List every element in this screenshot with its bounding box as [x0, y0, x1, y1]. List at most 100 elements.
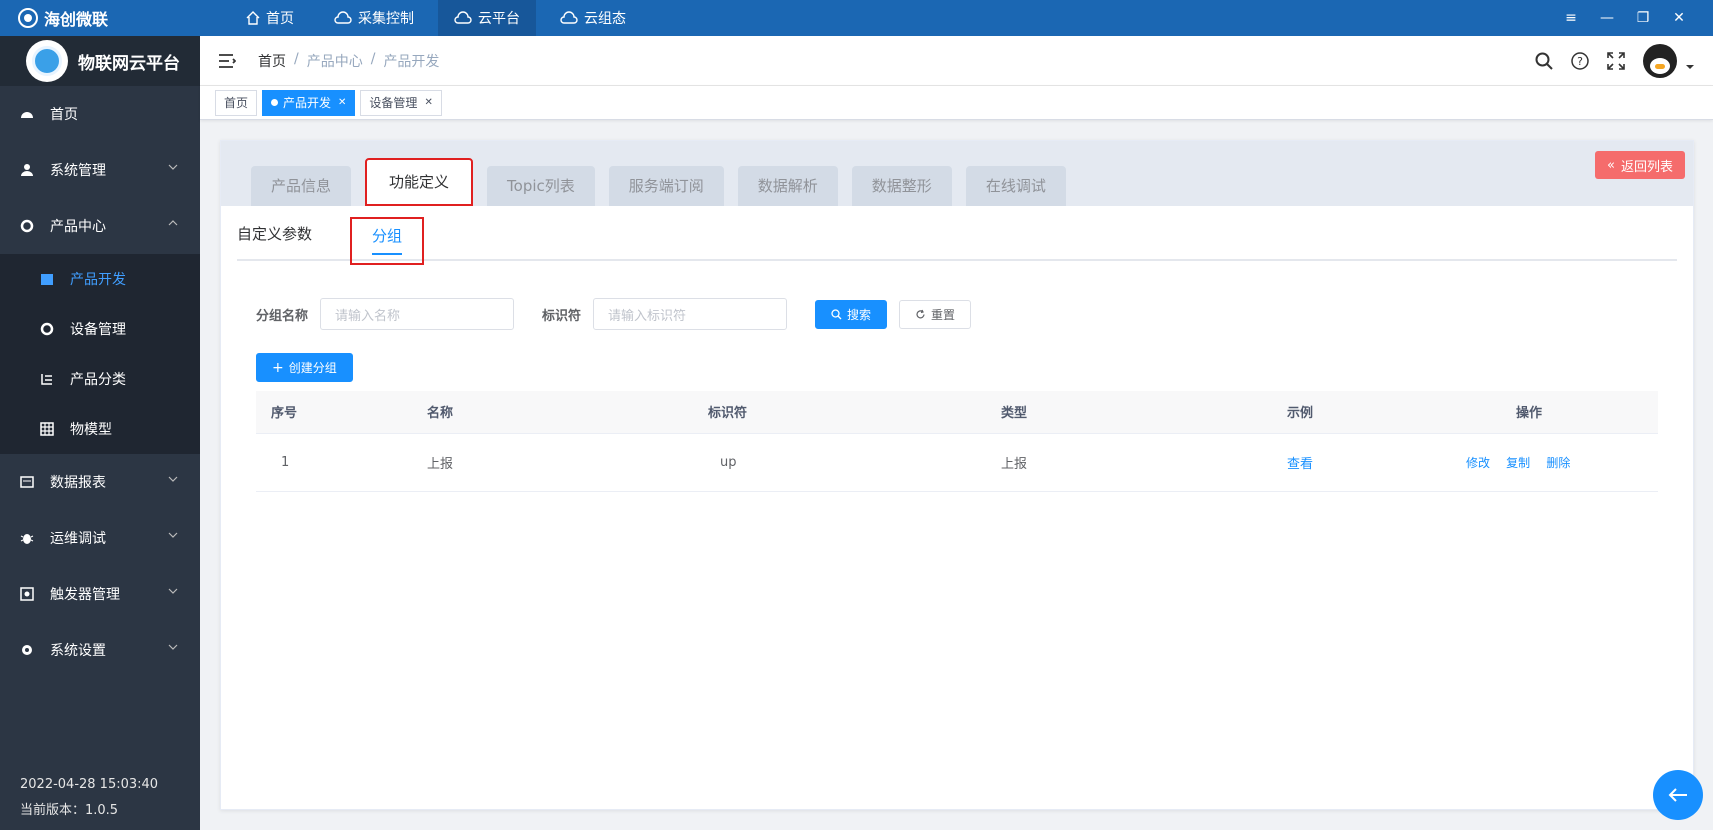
- table-row: 1 上报 up 上报 查看 修改 复制 删除: [256, 433, 1658, 492]
- breadcrumb-separator: /: [370, 50, 376, 67]
- header-actions: ?: [1517, 36, 1695, 86]
- cloud-collect-icon: [334, 11, 352, 24]
- filter-form: 分组名称 请输入名称 标识符 请输入标识符 搜索 重置: [256, 298, 983, 330]
- identifier-label: 标识符: [542, 308, 582, 324]
- tree-icon: [40, 372, 54, 386]
- sidebar-item-thing-model[interactable]: 物模型: [0, 404, 200, 454]
- tab-data-parsing[interactable]: 数据解析: [737, 166, 838, 206]
- tab-function-definition[interactable]: 功能定义: [365, 158, 474, 206]
- tag-close-icon[interactable]: ✕: [424, 91, 432, 115]
- view-example-link[interactable]: 查看: [1287, 457, 1313, 472]
- search-icon: [831, 308, 842, 319]
- breadcrumb-home[interactable]: 首页: [258, 51, 286, 71]
- copy-link[interactable]: 复制: [1506, 456, 1530, 470]
- report-icon: [20, 475, 34, 489]
- caret-down-icon: [1686, 65, 1694, 69]
- sidebar-item-product-center[interactable]: 产品中心: [0, 198, 200, 254]
- top-nav: 首页 采集控制 云平台 云组态: [230, 0, 650, 36]
- back-to-list-button[interactable]: « 返回列表: [1595, 151, 1685, 179]
- sidebar-title: 物联网云平台: [78, 53, 180, 74]
- tag-device-mgmt[interactable]: 设备管理 ✕: [360, 89, 442, 116]
- help-icon[interactable]: ?: [1571, 52, 1589, 70]
- topnav-collect[interactable]: 采集控制: [318, 0, 430, 36]
- user-menu[interactable]: [1643, 44, 1695, 78]
- chevron-down-icon: [168, 532, 178, 538]
- search-icon[interactable]: [1535, 52, 1553, 70]
- sidebar-item-product-category[interactable]: 产品分类: [0, 354, 200, 404]
- brand-name: 海创微联: [44, 10, 109, 29]
- col-index: 序号: [256, 391, 427, 434]
- sidebar-item-data-report[interactable]: 数据报表: [0, 454, 200, 510]
- tag-product-dev[interactable]: 产品开发 ✕: [262, 89, 356, 116]
- sidebar: 物联网云平台 首页 系统管理 产品中心 产品开发 设备管理 产品分类 物模型 数…: [0, 36, 200, 830]
- brand-logo-icon: [18, 8, 38, 28]
- minimize-icon[interactable]: —: [1589, 10, 1625, 26]
- hamburger-icon[interactable]: [218, 53, 236, 69]
- tab-server-subscription[interactable]: 服务端订阅: [608, 166, 724, 206]
- breadcrumb-separator: /: [294, 50, 299, 67]
- double-chevron-left-icon: «: [1607, 157, 1615, 173]
- tab-product-info[interactable]: 产品信息: [251, 166, 352, 206]
- col-identifier: 标识符: [708, 391, 1001, 434]
- version-text: 当前版本：1.0.5: [20, 803, 119, 818]
- reset-button[interactable]: 重置: [899, 299, 972, 329]
- sidebar-item-device-mgmt[interactable]: 设备管理: [0, 304, 200, 354]
- sidebar-item-system-settings[interactable]: 系统设置: [0, 622, 200, 678]
- topnav-home[interactable]: 首页: [230, 0, 310, 36]
- sidebar-footer: 2022-04-28 15:03:40 当前版本：1.0.5: [20, 772, 158, 824]
- back-fab-button[interactable]: [1653, 770, 1703, 820]
- tab-data-shaping[interactable]: 数据整形: [851, 166, 952, 206]
- col-type: 类型: [1001, 391, 1287, 434]
- cloud-platform-icon: [454, 11, 472, 24]
- sidebar-item-home[interactable]: 首页: [0, 86, 200, 142]
- fullscreen-icon[interactable]: [1607, 52, 1625, 70]
- search-button[interactable]: 搜索: [815, 299, 888, 329]
- close-icon[interactable]: ✕: [1661, 10, 1697, 26]
- home-icon: [246, 11, 260, 25]
- topnav-cloud-platform[interactable]: 云平台: [438, 0, 536, 36]
- chevron-down-icon: [168, 588, 178, 594]
- product-icon: [20, 219, 34, 233]
- plus-icon: +: [272, 359, 284, 376]
- topnav-cloud-config[interactable]: 云组态: [544, 0, 642, 36]
- subtab-custom-params[interactable]: 自定义参数: [237, 223, 312, 261]
- sidebar-item-system[interactable]: 系统管理: [0, 142, 200, 198]
- sidebar-item-trigger-mgmt[interactable]: 触发器管理: [0, 566, 200, 622]
- bug-icon: [20, 531, 34, 545]
- tab-topic-list[interactable]: Topic列表: [487, 166, 595, 206]
- maximize-icon[interactable]: ❐: [1625, 10, 1661, 26]
- cell-type: 上报: [1001, 433, 1287, 492]
- tab-bar: 产品信息 功能定义 Topic列表 服务端订阅 数据解析 数据整形 在线调试 «…: [221, 141, 1693, 206]
- col-example: 示例: [1287, 391, 1516, 434]
- menu-icon[interactable]: ≡: [1553, 10, 1589, 26]
- app-topbar: 海创微联 首页 采集控制 云平台 云组态 ≡ — ❐ ✕: [0, 0, 1713, 36]
- tag-home[interactable]: 首页: [215, 89, 258, 116]
- device-icon: [40, 322, 54, 336]
- sidebar-item-product-dev[interactable]: 产品开发: [0, 254, 200, 304]
- identifier-input[interactable]: 请输入标识符: [593, 298, 788, 330]
- grid-icon: [40, 422, 54, 436]
- gear-icon: [20, 643, 34, 657]
- subtab-group[interactable]: 分组: [350, 217, 425, 265]
- sidebar-item-ops-debug[interactable]: 运维调试: [0, 510, 200, 566]
- group-name-input[interactable]: 请输入名称: [320, 298, 515, 330]
- refresh-icon: [916, 309, 925, 318]
- main-card: 产品信息 功能定义 Topic列表 服务端订阅 数据解析 数据整形 在线调试 «…: [220, 140, 1694, 810]
- tab-online-debug[interactable]: 在线调试: [965, 166, 1066, 206]
- tags-view: 首页 产品开发 ✕ 设备管理 ✕: [200, 86, 1713, 120]
- tabs: 产品信息 功能定义 Topic列表 服务端订阅 数据解析 数据整形 在线调试: [251, 158, 1080, 206]
- cell-identifier: up: [708, 433, 1001, 492]
- group-table: 序号 名称 标识符 类型 示例 操作 1 上报 up 上报 查看 修改 复制 删…: [256, 391, 1658, 492]
- breadcrumb: 首页 / 产品中心 / 产品开发: [258, 51, 447, 71]
- chevron-down-icon: [168, 644, 178, 650]
- delete-link[interactable]: 删除: [1546, 456, 1570, 470]
- platform-logo-icon: [26, 40, 68, 82]
- brand: 海创微联: [0, 6, 230, 30]
- avatar[interactable]: [1643, 44, 1677, 78]
- breadcrumb-product-center[interactable]: 产品中心: [307, 51, 363, 71]
- tag-close-icon[interactable]: ✕: [338, 91, 346, 115]
- cloud-config-icon: [560, 11, 578, 24]
- edit-link[interactable]: 修改: [1466, 456, 1490, 470]
- current-datetime: 2022-04-28 15:03:40: [20, 777, 159, 792]
- create-group-button[interactable]: + 创建分组: [256, 353, 353, 382]
